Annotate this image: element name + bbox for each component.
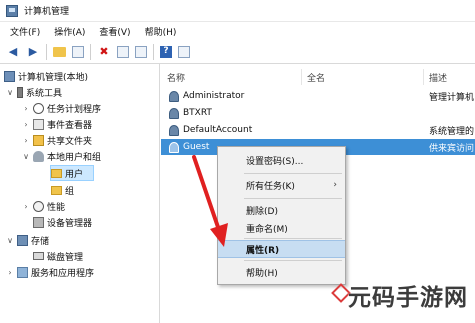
row-description: 系统管理的: [429, 126, 475, 137]
tree-item-disk-management[interactable]: 磁盘管理: [33, 248, 83, 264]
tree-item-shared-folders[interactable]: › 共享文件夹: [22, 132, 92, 148]
folder-icon: [51, 168, 62, 178]
tree-item-performance[interactable]: › 性能: [22, 198, 65, 214]
tree-label: 计算机管理(本地): [18, 72, 89, 83]
clock-icon: [33, 102, 44, 114]
column-header-fullname[interactable]: 全名: [307, 71, 325, 84]
row-name: Administrator: [183, 91, 245, 101]
column-header-description[interactable]: 描述: [429, 71, 447, 84]
tree-item-local-users-groups[interactable]: ∨ 本地用户和组: [22, 148, 101, 164]
tree-label: 任务计划程序: [47, 104, 102, 115]
delete-icon[interactable]: ✖: [97, 45, 111, 59]
user-icon: [169, 141, 179, 153]
tree-label: 服务和应用程序: [31, 268, 95, 279]
shared-folder-icon: [33, 134, 44, 146]
tree-item-groups[interactable]: 组: [51, 182, 74, 198]
forward-arrow-icon[interactable]: ▶: [26, 45, 40, 59]
toolbar: ◀ ▶ ✖ ?: [0, 40, 475, 64]
properties-icon[interactable]: [72, 45, 84, 58]
submenu-arrow-icon: ›: [333, 180, 337, 190]
tree-item-services-apps[interactable]: › 服务和应用程序: [6, 264, 94, 280]
back-arrow-icon[interactable]: ◀: [6, 45, 20, 59]
window-title: 计算机管理: [24, 7, 70, 17]
storage-icon: [17, 234, 28, 246]
column-divider[interactable]: [301, 69, 302, 85]
menu-item-help[interactable]: 帮助(H): [218, 263, 345, 281]
tree-label: 共享文件夹: [47, 136, 93, 147]
column-divider[interactable]: [423, 69, 424, 85]
chevron-right-icon[interactable]: ›: [6, 268, 14, 277]
list-header: 名称 全名 描述: [161, 69, 475, 85]
list-icon[interactable]: [117, 45, 129, 58]
chevron-down-icon[interactable]: ∨: [22, 152, 30, 161]
row-description: 管理计算机: [429, 92, 475, 103]
menu-separator: [244, 198, 342, 199]
chevron-right-icon[interactable]: ›: [22, 136, 30, 145]
toolbar-separator: [90, 43, 91, 60]
tree-label: 设备管理器: [47, 218, 93, 229]
chevron-down-icon[interactable]: ∨: [6, 88, 14, 97]
help-icon[interactable]: ?: [160, 45, 172, 58]
menu-separator: [244, 173, 342, 174]
chevron-right-icon[interactable]: ›: [22, 202, 30, 211]
list-row-defaultaccount[interactable]: DefaultAccount 系统管理的: [161, 122, 475, 138]
tree-item-computer-management[interactable]: 计算机管理(本地): [4, 68, 88, 84]
tree-label: 用户: [65, 169, 84, 180]
users-icon: [33, 150, 44, 162]
watermark-text: 元码手游网: [348, 285, 468, 311]
device-manager-icon: [33, 216, 44, 228]
console-tree: 计算机管理(本地) ∨ 系统工具 › 任务计划程序 › 事件查看器 › 共享文件…: [0, 64, 160, 323]
row-name: Guest: [183, 142, 210, 152]
tree-item-storage[interactable]: ∨ 存储: [6, 232, 49, 248]
tree-label: 系统工具: [26, 88, 63, 99]
column-header-name[interactable]: 名称: [167, 71, 185, 84]
title-bar: 计算机管理: [0, 0, 475, 22]
list-row-btxrt[interactable]: BTXRT: [161, 105, 475, 121]
up-folder-icon[interactable]: [53, 46, 66, 57]
tree-label: 存储: [31, 236, 50, 247]
console-tree-icon[interactable]: [178, 45, 190, 58]
row-name: BTXRT: [183, 108, 212, 118]
event-log-icon: [33, 118, 44, 130]
tree-item-system-tools[interactable]: ∨ 系统工具: [6, 84, 62, 100]
toolbar-separator: [153, 43, 154, 60]
row-name: DefaultAccount: [183, 125, 253, 135]
menu-separator: [244, 238, 342, 239]
red-arrow-annotation: [192, 155, 228, 247]
user-icon: [169, 107, 179, 119]
performance-icon: [33, 200, 44, 212]
tree-item-users[interactable]: 用户: [50, 165, 94, 181]
disk-icon: [33, 252, 44, 260]
tree-label: 事件查看器: [47, 120, 93, 131]
toolbar-separator: [46, 43, 47, 60]
tree-item-task-scheduler[interactable]: › 任务计划程序: [22, 100, 101, 116]
tree-item-event-viewer[interactable]: › 事件查看器: [22, 116, 92, 132]
folder-icon: [51, 185, 62, 195]
menu-bar: 文件(F) 操作(A) 查看(V) 帮助(H): [0, 22, 475, 40]
user-icon: [169, 90, 179, 102]
tree-label: 磁盘管理: [47, 252, 84, 263]
chevron-down-icon[interactable]: ∨: [6, 236, 14, 245]
menu-item-label: 所有任务(K): [246, 181, 295, 192]
menu-action[interactable]: 操作(A): [54, 25, 85, 38]
list-row-administrator[interactable]: Administrator 管理计算机: [161, 88, 475, 104]
tree-label: 性能: [47, 202, 66, 213]
row-description: 供来宾访问: [429, 143, 475, 154]
chevron-right-icon[interactable]: ›: [22, 104, 30, 113]
tools-icon: [17, 86, 23, 98]
tree-label: 组: [65, 186, 75, 197]
tree-item-device-manager[interactable]: 设备管理器: [33, 214, 92, 230]
tree-label: 本地用户和组: [47, 152, 102, 163]
user-icon: [169, 124, 179, 136]
computer-management-icon: [6, 4, 18, 17]
menu-file[interactable]: 文件(F): [10, 25, 40, 38]
services-icon: [17, 266, 28, 278]
menu-help[interactable]: 帮助(H): [145, 25, 177, 38]
menu-separator: [244, 260, 342, 261]
menu-view[interactable]: 查看(V): [99, 25, 130, 38]
export-icon[interactable]: [135, 45, 147, 58]
chevron-right-icon[interactable]: ›: [22, 120, 30, 129]
computer-icon: [4, 70, 15, 82]
